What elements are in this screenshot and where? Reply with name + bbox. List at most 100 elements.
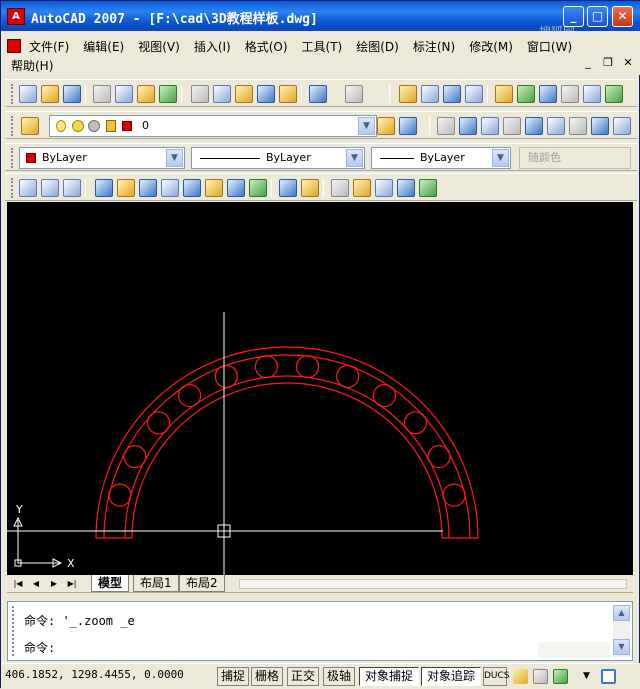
offset-faces-icon[interactable] bbox=[139, 179, 157, 197]
copy-edges-icon[interactable] bbox=[279, 179, 297, 197]
union-icon[interactable] bbox=[19, 179, 37, 197]
autocad-app-icon[interactable]: A bbox=[7, 8, 25, 25]
doc-restore-button[interactable]: ❐ bbox=[601, 56, 615, 70]
tab-layout1[interactable]: 布局1 bbox=[133, 575, 179, 592]
status-menu-chevron-icon[interactable]: ▼ bbox=[579, 669, 594, 684]
zoom-window-icon[interactable] bbox=[443, 85, 461, 103]
planar-surface-icon[interactable] bbox=[613, 117, 631, 135]
toolbar-grip[interactable] bbox=[11, 178, 15, 198]
scroll-up-button[interactable]: ▲ bbox=[613, 605, 630, 621]
status-polar-button[interactable]: 极轴 bbox=[323, 667, 355, 686]
copy-icon[interactable] bbox=[213, 85, 231, 103]
menu-item[interactable]: 窗口(W) bbox=[527, 38, 572, 55]
color-edges-icon[interactable] bbox=[301, 179, 319, 197]
tab-nav-prev-button[interactable]: ◀ bbox=[29, 577, 43, 591]
torus-icon[interactable] bbox=[547, 117, 565, 135]
helix-icon[interactable] bbox=[591, 117, 609, 135]
command-hscroll[interactable] bbox=[538, 642, 610, 658]
sphere-icon[interactable] bbox=[503, 117, 521, 135]
status-otrack-button[interactable]: 对象追踪 bbox=[421, 667, 481, 686]
chevron-down-icon[interactable]: ▼ bbox=[166, 149, 183, 167]
toolbar-grip[interactable] bbox=[11, 116, 15, 136]
coordinate-display[interactable]: 406.1852, 1298.4455, 0.0000 bbox=[5, 668, 184, 681]
menu-item[interactable]: 绘图(D) bbox=[356, 38, 399, 55]
new-file-icon[interactable] bbox=[19, 85, 37, 103]
shell-icon[interactable] bbox=[397, 179, 415, 197]
trayicon-settings-icon[interactable] bbox=[553, 669, 568, 684]
zoom-previous-icon[interactable] bbox=[465, 85, 483, 103]
color-dropdown[interactable]: ByLayer ▼ bbox=[19, 147, 185, 169]
calculator-icon[interactable] bbox=[605, 85, 623, 103]
wedge-icon[interactable] bbox=[459, 117, 477, 135]
status-osnap-button[interactable]: 对象捕捉 bbox=[359, 667, 419, 686]
imprint-icon[interactable] bbox=[331, 179, 349, 197]
pyramid-icon[interactable] bbox=[569, 117, 587, 135]
menu-item[interactable]: 修改(M) bbox=[469, 38, 513, 55]
layer-make-current-icon[interactable] bbox=[377, 117, 395, 135]
command-scrollbar[interactable]: ▲ ▼ bbox=[613, 605, 630, 657]
clean-icon[interactable] bbox=[353, 179, 371, 197]
undo-icon[interactable] bbox=[309, 85, 327, 103]
clean-screen-icon[interactable] bbox=[601, 669, 616, 684]
scroll-down-button[interactable]: ▼ bbox=[613, 639, 630, 655]
properties-icon[interactable] bbox=[495, 85, 513, 103]
pan-icon[interactable] bbox=[399, 85, 417, 103]
tab-layout2[interactable]: 布局2 bbox=[179, 575, 225, 592]
layer-manager-icon[interactable] bbox=[21, 117, 39, 135]
chevron-down-icon[interactable]: ▼ bbox=[358, 117, 375, 135]
menu-help[interactable]: 帮助(H) bbox=[11, 57, 53, 74]
status-ducs-button[interactable]: DUCS bbox=[483, 667, 510, 686]
check-icon[interactable] bbox=[419, 179, 437, 197]
document-icon[interactable] bbox=[7, 39, 21, 53]
tab-nav-next-button[interactable]: ▶ bbox=[47, 577, 61, 591]
layer-dropdown[interactable]: 0 ▼ bbox=[49, 115, 377, 137]
command-prompt[interactable]: 命令: bbox=[24, 639, 55, 656]
subtract-icon[interactable] bbox=[41, 179, 59, 197]
sheet-set-icon[interactable] bbox=[561, 85, 579, 103]
menu-item[interactable]: 视图(V) bbox=[138, 38, 180, 55]
taper-faces-icon[interactable] bbox=[205, 179, 223, 197]
menu-item[interactable]: 标注(N) bbox=[413, 38, 455, 55]
menu-item[interactable]: 格式(O) bbox=[245, 38, 288, 55]
status-snap-button[interactable]: 捕捉 bbox=[217, 667, 249, 686]
chevron-down-icon[interactable]: ▼ bbox=[492, 149, 509, 167]
rotate-faces-icon[interactable] bbox=[183, 179, 201, 197]
title-bar[interactable]: A AutoCAD 2007 - [F:\cad\3D教程样板.dwg] 搜狐网… bbox=[1, 1, 640, 39]
doc-minimize-button[interactable]: _ bbox=[581, 56, 595, 70]
cut-icon[interactable] bbox=[191, 85, 209, 103]
menu-item[interactable]: 插入(I) bbox=[194, 38, 231, 55]
block-editor-icon[interactable] bbox=[279, 85, 297, 103]
doc-close-button[interactable]: ✕ bbox=[621, 56, 635, 70]
markup-icon[interactable] bbox=[583, 85, 601, 103]
save-icon[interactable] bbox=[63, 85, 81, 103]
lineweight-dropdown[interactable]: ByLayer ▼ bbox=[371, 147, 511, 169]
match-properties-icon[interactable] bbox=[257, 85, 275, 103]
menu-item[interactable]: 编辑(E) bbox=[83, 38, 124, 55]
minimize-button[interactable]: _ bbox=[563, 6, 584, 27]
status-ortho-button[interactable]: 正交 bbox=[287, 667, 319, 686]
horizontal-scrollbar[interactable] bbox=[239, 579, 627, 589]
intersect-icon[interactable] bbox=[63, 179, 81, 197]
zoom-realtime-icon[interactable] bbox=[421, 85, 439, 103]
plot-icon[interactable] bbox=[93, 85, 111, 103]
cylinder-icon[interactable] bbox=[525, 117, 543, 135]
communication-center-icon[interactable] bbox=[513, 669, 528, 684]
cone-icon[interactable] bbox=[481, 117, 499, 135]
drawing-svg[interactable]: YX bbox=[7, 202, 633, 575]
tool-palettes-icon[interactable] bbox=[539, 85, 557, 103]
layer-previous-icon[interactable] bbox=[399, 117, 417, 135]
color-faces-icon[interactable] bbox=[249, 179, 267, 197]
lock-toolbar-icon[interactable] bbox=[533, 669, 548, 684]
status-grid-button[interactable]: 栅格 bbox=[251, 667, 283, 686]
publish-icon[interactable] bbox=[137, 85, 155, 103]
3d-dwf-icon[interactable] bbox=[159, 85, 177, 103]
chevron-down-icon[interactable]: ▼ bbox=[346, 149, 363, 167]
redo-icon[interactable] bbox=[345, 85, 363, 103]
menu-item[interactable]: 文件(F) bbox=[29, 38, 69, 55]
open-file-icon[interactable] bbox=[41, 85, 59, 103]
copy-faces-icon[interactable] bbox=[227, 179, 245, 197]
design-center-icon[interactable] bbox=[517, 85, 535, 103]
linetype-dropdown[interactable]: ByLayer ▼ bbox=[191, 147, 365, 169]
drawing-canvas[interactable]: YX bbox=[7, 202, 633, 575]
tab-nav-last-button[interactable]: ▶| bbox=[65, 577, 79, 591]
